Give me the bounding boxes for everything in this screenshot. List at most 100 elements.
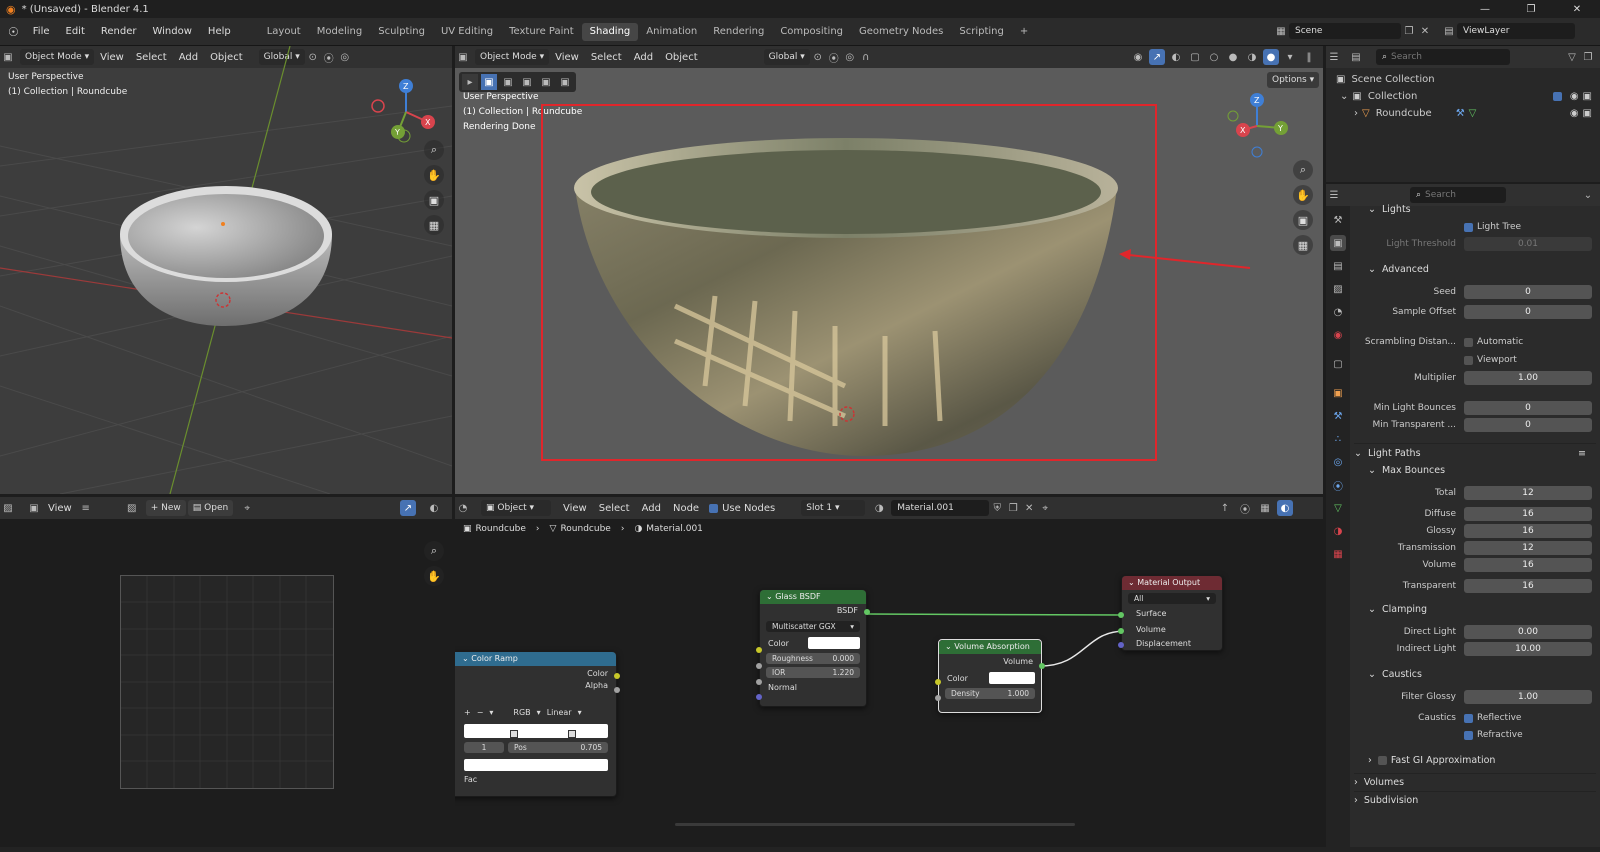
menu-window[interactable]: Window — [144, 26, 199, 37]
tab-scripting[interactable]: Scripting — [951, 23, 1011, 41]
image-editor-type-icon[interactable]: ▨ — [0, 500, 16, 516]
outliner-search-input[interactable]: ⌕ Search — [1376, 49, 1510, 65]
box-select-intersect-icon[interactable]: ▣ — [557, 74, 573, 90]
indirect-light-field[interactable]: 10.00 — [1464, 642, 1592, 656]
material-properties-icon[interactable]: ◑ — [1330, 523, 1346, 539]
expand-chevron-icon[interactable]: ⌄ — [1340, 91, 1348, 102]
blender-menu-icon[interactable]: ☉ — [8, 25, 19, 39]
glass-color-swatch[interactable] — [808, 637, 860, 649]
xray-icon[interactable]: ▢ — [1187, 49, 1203, 65]
pause-render-icon[interactable]: ‖ — [1301, 49, 1317, 65]
modifier-properties-icon[interactable]: ⚒ — [1330, 408, 1346, 424]
options-dropdown[interactable]: Options ▾ — [1267, 72, 1320, 88]
main-pivot-icon[interactable]: ⊙ — [810, 49, 826, 65]
box-select-extend-icon[interactable]: ▣ — [500, 74, 516, 90]
output-properties-icon[interactable]: ▤ — [1330, 258, 1346, 274]
left-3d-viewport[interactable]: ▣ Object Mode ▾ View Select Add Object G… — [0, 46, 452, 494]
filter-icon[interactable]: ▽ — [1564, 49, 1580, 65]
box-select-invert-icon[interactable]: ▣ — [538, 74, 554, 90]
main-ortho-grid-icon[interactable]: ▦ — [1293, 235, 1313, 255]
zoom-icon[interactable]: ⌕ — [424, 140, 444, 160]
tab-layout[interactable]: Layout — [259, 23, 309, 41]
texture-properties-icon[interactable]: ▦ — [1330, 546, 1346, 562]
main-menu-view[interactable]: View — [549, 52, 585, 63]
mesh-data-icon[interactable]: ▽ — [1469, 108, 1477, 119]
glass-bsdf-node[interactable]: ⌄ Glass BSDF BSDF Multiscatter GGX ▾ Colo… — [756, 589, 870, 707]
wireframe-shading-icon[interactable]: ○ — [1206, 49, 1222, 65]
tab-animation[interactable]: Animation — [638, 23, 705, 41]
main-pan-hand-icon[interactable]: ✋ — [1293, 185, 1313, 205]
gizmo-toggle-icon[interactable]: ↗ — [1149, 49, 1165, 65]
main-camera-icon[interactable]: ▣ — [1293, 210, 1313, 230]
image-gizmo-icon[interactable]: ↗ — [400, 500, 416, 516]
image-browse-icon[interactable]: ▨ — [124, 500, 140, 516]
eye-icon[interactable]: ◉ — [1570, 91, 1579, 102]
viewport-checkbox[interactable] — [1464, 355, 1473, 365]
image-editor[interactable]: ▨ ▣ View ≡ ▨ + New ▤ Open ⌖ ↗ ◐ ⌕ ✋ — [0, 497, 452, 847]
main-editor-type-icon[interactable]: ▣ — [455, 49, 471, 65]
outliner-scene-collection[interactable]: ▣ Scene Collection — [1326, 71, 1600, 88]
volumes-panel[interactable]: › Volumes — [1354, 773, 1596, 791]
scene-selector[interactable]: Scene — [1289, 23, 1401, 39]
main-menu-object[interactable]: Object — [659, 52, 704, 63]
delete-scene-icon[interactable]: ✕ — [1417, 23, 1433, 39]
reflective-checkbox[interactable] — [1464, 713, 1473, 723]
transmission-field[interactable]: 12 — [1464, 541, 1592, 555]
color-ramp-gradient[interactable] — [464, 724, 608, 738]
advanced-subpanel[interactable]: ⌄ Advanced — [1354, 260, 1596, 278]
camera-icon[interactable]: ▣ — [424, 190, 444, 210]
outliner-type-icon[interactable]: ☰ — [1326, 49, 1342, 65]
collection-checkbox[interactable] — [1552, 92, 1562, 101]
main-proportional-icon[interactable]: ◎ — [842, 49, 858, 65]
image-pan-hand-icon[interactable]: ✋ — [424, 566, 444, 586]
visibility-icon[interactable]: ◉ — [1130, 49, 1146, 65]
tab-geometry-nodes[interactable]: Geometry Nodes — [851, 23, 951, 41]
ramp-stop-handle[interactable] — [510, 730, 518, 738]
output-target-dropdown[interactable]: All ▾ — [1128, 593, 1216, 604]
main-3d-viewport[interactable]: ▣ Object Mode ▾ View Select Add Object G… — [455, 46, 1323, 494]
light-threshold-field[interactable]: 0.01 — [1464, 237, 1592, 251]
automatic-checkbox[interactable] — [1464, 337, 1473, 347]
ramp-interp-dropdown[interactable]: Linear — [547, 708, 572, 717]
menu-help[interactable]: Help — [200, 26, 239, 37]
data-properties-icon[interactable]: ▽ — [1330, 500, 1346, 516]
pin-icon[interactable]: ⌖ — [239, 500, 255, 516]
outliner-roundcube-row[interactable]: › ▽ Roundcube ⚒ ▽ ◉ ▣ — [1326, 105, 1600, 122]
main-menu-select[interactable]: Select — [585, 52, 628, 63]
scene-icon[interactable]: ▦ — [1273, 23, 1289, 39]
subdivision-panel[interactable]: › Subdivision — [1354, 791, 1596, 809]
main-mode-dropdown[interactable]: Object Mode ▾ — [475, 49, 550, 65]
object-properties-icon[interactable]: ▣ — [1330, 385, 1346, 401]
multiplier-field[interactable]: 1.00 — [1464, 371, 1592, 385]
volume-field[interactable]: 16 — [1464, 558, 1592, 572]
caustics-subpanel[interactable]: ⌄ Caustics — [1354, 665, 1596, 683]
image-menu-view[interactable]: View — [42, 503, 78, 514]
particles-properties-icon[interactable]: ∴ — [1330, 431, 1346, 447]
min-transparent-field[interactable]: 0 — [1464, 418, 1592, 432]
tab-shading[interactable]: Shading — [581, 22, 639, 41]
render-properties-icon[interactable]: ▣ — [1330, 235, 1346, 251]
add-stop-icon[interactable]: + — [464, 708, 471, 717]
main-menu-add[interactable]: Add — [628, 52, 659, 63]
close-icon[interactable]: ✕ — [1554, 4, 1600, 15]
volume-color-swatch[interactable] — [989, 672, 1035, 684]
box-select-new-icon[interactable]: ▣ — [481, 74, 497, 90]
tab-compositing[interactable]: Compositing — [772, 23, 851, 41]
ramp-color-socket[interactable] — [614, 673, 620, 679]
tool-settings-icon[interactable]: ⚒ — [1330, 212, 1346, 228]
direct-light-field[interactable]: 0.00 — [1464, 625, 1592, 639]
material-output-node[interactable]: ⌄ Material Output All ▾ Surface Volume Di… — [1118, 575, 1223, 651]
ramp-mode-dropdown[interactable]: RGB — [513, 708, 530, 717]
image-overlay-icon[interactable]: ◐ — [426, 500, 442, 516]
color-ramp-node[interactable]: ⌄ Color Ramp Color Alpha + − ▾ RGB ▾ Lin… — [455, 651, 620, 797]
minimize-icon[interactable]: — — [1462, 4, 1508, 15]
collection-properties-icon[interactable]: ▢ — [1330, 356, 1346, 372]
view-layer-properties-icon[interactable]: ▨ — [1330, 281, 1346, 297]
seed-field[interactable]: 0 — [1464, 285, 1592, 299]
scene-properties-icon[interactable]: ◔ — [1330, 304, 1346, 320]
image-view-mode-icon[interactable]: ▣ — [26, 500, 42, 516]
normal-socket[interactable] — [756, 694, 762, 700]
new-collection-icon[interactable]: ❐ — [1580, 49, 1596, 65]
menu-edit[interactable]: Edit — [58, 26, 93, 37]
maximize-icon[interactable]: ❐ — [1508, 4, 1554, 15]
